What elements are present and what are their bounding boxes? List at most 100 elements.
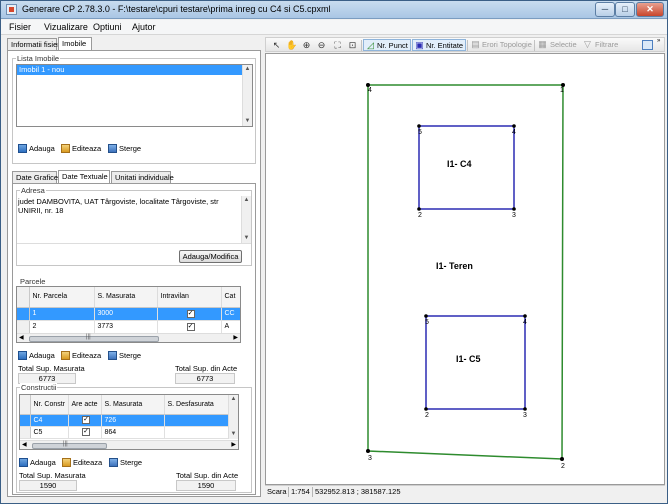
row-header[interactable] <box>17 320 30 334</box>
scroll-thumb[interactable]: ||| <box>29 334 159 342</box>
teren-polygon[interactable] <box>367 84 564 460</box>
imobil-edit-button[interactable]: Editeaza <box>61 143 101 154</box>
tab-date-textuale[interactable]: Date Textuale <box>58 170 110 183</box>
are-acte-checkbox[interactable]: ✓ <box>82 428 90 436</box>
constructii-vscrollbar[interactable]: ▲ ▼ <box>228 395 238 439</box>
minimize-button[interactable]: ─ <box>595 2 615 17</box>
menu-fisier[interactable]: Fisier <box>9 22 31 32</box>
scroll-down-icon[interactable]: ▼ <box>242 234 251 243</box>
row-header[interactable] <box>20 414 31 427</box>
toolbar-overflow-icon[interactable]: » <box>657 38 660 44</box>
intravilan-checkbox[interactable]: ✓ <box>186 322 195 331</box>
vertex-point[interactable] <box>417 207 421 211</box>
table-row[interactable]: C5 ✓ 864 <box>20 426 229 439</box>
constructie-add-button[interactable]: Adauga <box>19 457 56 468</box>
col-cat[interactable]: Cat <box>221 287 240 308</box>
vertex-point[interactable] <box>417 124 421 128</box>
vertex-point[interactable] <box>512 207 516 211</box>
zoom-in-icon[interactable]: ⊕ <box>302 41 311 50</box>
scroll-down-icon[interactable]: ▼ <box>229 430 238 439</box>
intravilan-checkbox[interactable]: ✓ <box>186 309 195 318</box>
scroll-right-icon[interactable]: ▶ <box>233 334 238 341</box>
col-are-acte[interactable]: Are acte <box>68 395 102 415</box>
vertex-point[interactable] <box>366 449 370 453</box>
scroll-up-icon[interactable]: ▲ <box>229 395 238 404</box>
nr-punct-toggle[interactable]: ◿ Nr. Punct <box>363 39 411 51</box>
imobil-delete-button[interactable]: Sterge <box>108 143 141 154</box>
drawing-svg[interactable]: 4 1 2 3 I1- Teren 5 4 3 2 I1- C4 5 4 3 2… <box>266 54 664 484</box>
scroll-right-icon[interactable]: ▶ <box>231 441 236 448</box>
zoom-out-icon[interactable]: ⊖ <box>317 41 326 50</box>
layers-icon[interactable] <box>642 40 653 50</box>
parcela-edit-button[interactable]: Editeaza <box>61 350 101 361</box>
constructii-hscrollbar[interactable]: ◀ ||| ▶ <box>20 440 238 449</box>
tab-imobile[interactable]: Imobile <box>58 37 92 50</box>
scroll-left-icon[interactable]: ◀ <box>19 334 24 341</box>
imobil-add-button[interactable]: Adauga <box>18 143 55 154</box>
cell-are-acte[interactable]: ✓ <box>68 414 102 427</box>
col-s-masurata[interactable]: S. Masurata <box>94 287 158 308</box>
filtrare-button[interactable]: ▽ Filtrare <box>583 39 618 51</box>
scroll-down-icon[interactable]: ▼ <box>243 117 252 126</box>
adauga-modifica-button[interactable]: Adauga/Modifica <box>179 250 242 263</box>
scroll-left-icon[interactable]: ◀ <box>22 441 27 448</box>
tab-informatii-fisier[interactable]: Informatii fisier <box>7 38 60 50</box>
constructie-delete-button[interactable]: Sterge <box>109 457 142 468</box>
nr-entitate-toggle[interactable]: ▣ Nr. Entitate <box>412 39 467 51</box>
table-row[interactable]: 1 3000 ✓ CC <box>17 307 240 321</box>
parcele-hscrollbar[interactable]: ◀ ||| ▶ <box>17 333 240 342</box>
map-canvas[interactable]: 4 1 2 3 I1- Teren 5 4 3 2 I1- C4 5 4 3 2… <box>265 53 665 485</box>
adresa-textbox[interactable]: judet DAMBOVITA, UAT Târgoviste, localit… <box>17 196 251 244</box>
scroll-thumb[interactable]: ||| <box>32 441 107 449</box>
selectie-button[interactable]: ▦ Selectie <box>538 39 576 51</box>
imobile-list[interactable]: Imobil 1 - nou ▲ ▼ <box>16 64 253 127</box>
constructii-grid[interactable]: Nr. Constr Are acte S. Masurata S. Desfa… <box>19 394 239 450</box>
maximize-button[interactable]: □ <box>615 2 635 17</box>
menu-ajutor[interactable]: Ajutor <box>132 22 156 32</box>
erori-topologie-button[interactable]: ▤ Erori Topologie <box>471 39 532 51</box>
tab-unitati-individuale[interactable]: Unitati individuale <box>111 171 174 183</box>
col-intravilan[interactable]: Intravilan <box>157 287 222 308</box>
edit-icon <box>62 458 71 467</box>
parcela-delete-button[interactable]: Sterge <box>108 350 141 361</box>
tab-date-grafice[interactable]: Date Grafice <box>12 171 58 183</box>
col-nr-constr[interactable]: Nr. Constr <box>30 395 69 415</box>
imobile-list-scrollbar[interactable]: ▲ ▼ <box>242 65 252 126</box>
vertex-point[interactable] <box>523 407 527 411</box>
cell-intravilan[interactable]: ✓ <box>157 320 222 334</box>
pan-hand-icon[interactable]: ✋ <box>286 41 297 50</box>
lista-imobile-label: Lista Imobile <box>16 54 61 63</box>
row-header[interactable] <box>20 426 31 439</box>
scroll-up-icon[interactable]: ▲ <box>242 196 251 205</box>
table-row[interactable]: C4 ✓ 726 <box>20 414 229 427</box>
constructii-total-acte-label: Total Sup. din Acte <box>176 471 239 480</box>
constructie-edit-button[interactable]: Editeaza <box>62 457 102 468</box>
row-header[interactable] <box>17 307 30 321</box>
close-button[interactable]: ✕ <box>636 2 664 17</box>
vertex-point[interactable] <box>560 457 564 461</box>
vertex-point[interactable] <box>512 124 516 128</box>
cell-nr: C5 <box>30 426 69 439</box>
parcele-grid[interactable]: Nr. Parcela S. Masurata Intravilan Cat 1… <box>16 286 241 343</box>
col-nr-parcela[interactable]: Nr. Parcela <box>29 287 95 308</box>
are-acte-checkbox[interactable]: ✓ <box>82 416 90 424</box>
vertex-point[interactable] <box>424 407 428 411</box>
table-row[interactable]: 2 3773 ✓ A <box>17 320 240 334</box>
col-s-masurata[interactable]: S. Masurata <box>101 395 165 415</box>
imobile-panel: Lista Imobile Imobil 1 - nou ▲ ▼ Adauga … <box>7 50 261 497</box>
parcela-add-button[interactable]: Adauga <box>18 350 55 361</box>
pointer-icon[interactable]: ↖ <box>272 41 281 50</box>
menu-optiuni[interactable]: Optiuni <box>93 22 122 32</box>
status-bar: Scara 1:754 532952.813 ; 381587.125 <box>265 485 665 497</box>
menu-vizualizare[interactable]: Vizualizare <box>44 22 88 32</box>
vertex-point[interactable] <box>523 314 527 318</box>
list-item[interactable]: Imobil 1 - nou <box>17 65 242 75</box>
cell-are-acte[interactable]: ✓ <box>68 426 102 439</box>
scroll-up-icon[interactable]: ▲ <box>243 65 252 74</box>
zoom-window-icon[interactable]: ⊡ <box>348 41 357 50</box>
adresa-scrollbar[interactable]: ▲ ▼ <box>241 196 251 243</box>
col-s-desfasurata[interactable]: S. Desfasurata <box>164 395 229 415</box>
zoom-extent-icon[interactable]: ⛶ <box>333 41 342 50</box>
vertex-point[interactable] <box>424 314 428 318</box>
cell-intravilan[interactable]: ✓ <box>157 307 222 321</box>
